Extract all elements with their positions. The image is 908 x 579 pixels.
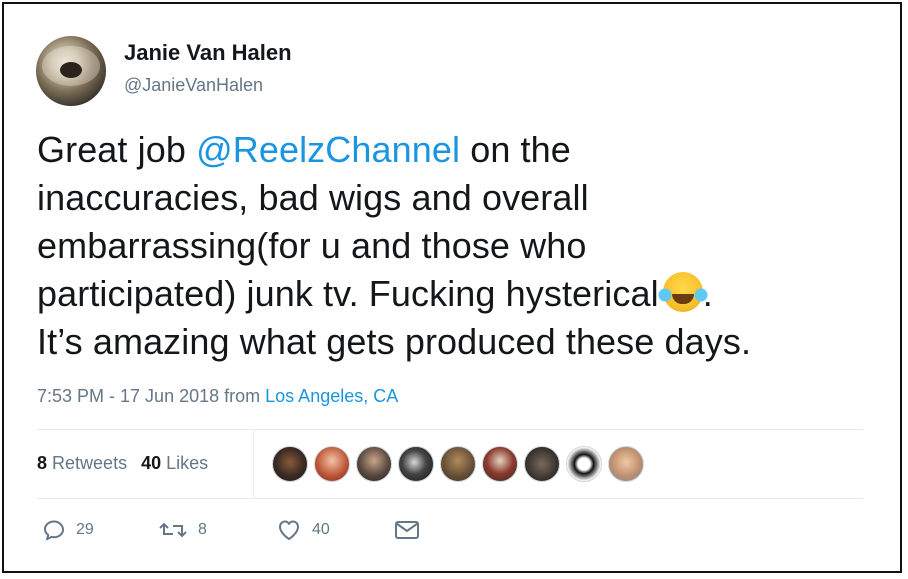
tweet-line-1: Great job @ReelzChannel on the xyxy=(37,126,877,174)
liker-avatar[interactable] xyxy=(482,446,518,482)
like-button[interactable]: 40 xyxy=(276,518,330,542)
likes-count: 40 xyxy=(141,453,162,473)
retweet-count: 8 xyxy=(198,521,207,538)
direct-message-button[interactable] xyxy=(394,518,420,542)
liker-avatar[interactable] xyxy=(398,446,434,482)
tweet-text: Great job @ReelzChannel on the inaccurac… xyxy=(37,126,877,366)
retweet-icon xyxy=(158,518,188,542)
tweet-text-segment: Great job xyxy=(37,129,197,170)
retweets-stat[interactable]: 8 Retweets xyxy=(37,453,127,473)
tweet-text-segment: participated) junk tv. Fucking hysterica… xyxy=(37,273,659,314)
envelope-icon xyxy=(394,518,420,542)
engagement-stats: 8 Retweets 40 Likes xyxy=(37,453,208,474)
tweet-line-4: participated) junk tv. Fucking hysterica… xyxy=(37,270,877,318)
tweet-card: Janie Van Halen @JanieVanHalen Great job… xyxy=(2,2,902,573)
liker-avatar[interactable] xyxy=(440,446,476,482)
liker-avatar[interactable] xyxy=(356,446,392,482)
likes-label: Likes xyxy=(166,453,209,473)
retweets-label: Retweets xyxy=(52,453,128,473)
liker-avatar[interactable] xyxy=(314,446,350,482)
reply-button[interactable]: 29 xyxy=(42,518,94,542)
liker-avatar[interactable] xyxy=(608,446,644,482)
retweets-count: 8 xyxy=(37,453,48,473)
location-link[interactable]: Los Angeles, CA xyxy=(265,386,398,406)
from-label: from xyxy=(224,386,261,406)
tweet-line-2: inaccuracies, bad wigs and overall xyxy=(37,177,589,218)
author-handle[interactable]: @JanieVanHalen xyxy=(124,75,263,96)
like-count: 40 xyxy=(312,521,330,538)
liker-avatar[interactable] xyxy=(524,446,560,482)
tweet-metadata: 7:53 PM - 17 Jun 2018 from Los Angeles, … xyxy=(37,386,398,407)
liker-avatar[interactable] xyxy=(566,446,602,482)
stats-separator xyxy=(253,430,254,498)
reply-icon xyxy=(42,518,66,542)
tears-of-joy-emoji-icon xyxy=(656,272,709,312)
tweet-timestamp[interactable]: 7:53 PM - 17 Jun 2018 xyxy=(37,386,219,406)
avatar-snout xyxy=(60,62,82,78)
author-avatar[interactable] xyxy=(36,36,106,106)
reply-count: 29 xyxy=(76,521,94,538)
retweet-button[interactable]: 8 xyxy=(158,518,207,542)
liker-avatar[interactable] xyxy=(272,446,308,482)
likes-stat[interactable]: 40 Likes xyxy=(141,453,208,473)
mention-link[interactable]: @ReelzChannel xyxy=(196,129,460,170)
tweet-text-segment: on the xyxy=(460,129,571,170)
heart-icon xyxy=(276,518,302,542)
tweet-line-3: embarrassing(for u and those who xyxy=(37,225,587,266)
tweet-line-5: It’s amazing what gets produced these da… xyxy=(37,321,752,362)
author-name[interactable]: Janie Van Halen xyxy=(124,40,292,66)
divider-top xyxy=(37,429,863,430)
divider-bottom xyxy=(37,498,863,499)
